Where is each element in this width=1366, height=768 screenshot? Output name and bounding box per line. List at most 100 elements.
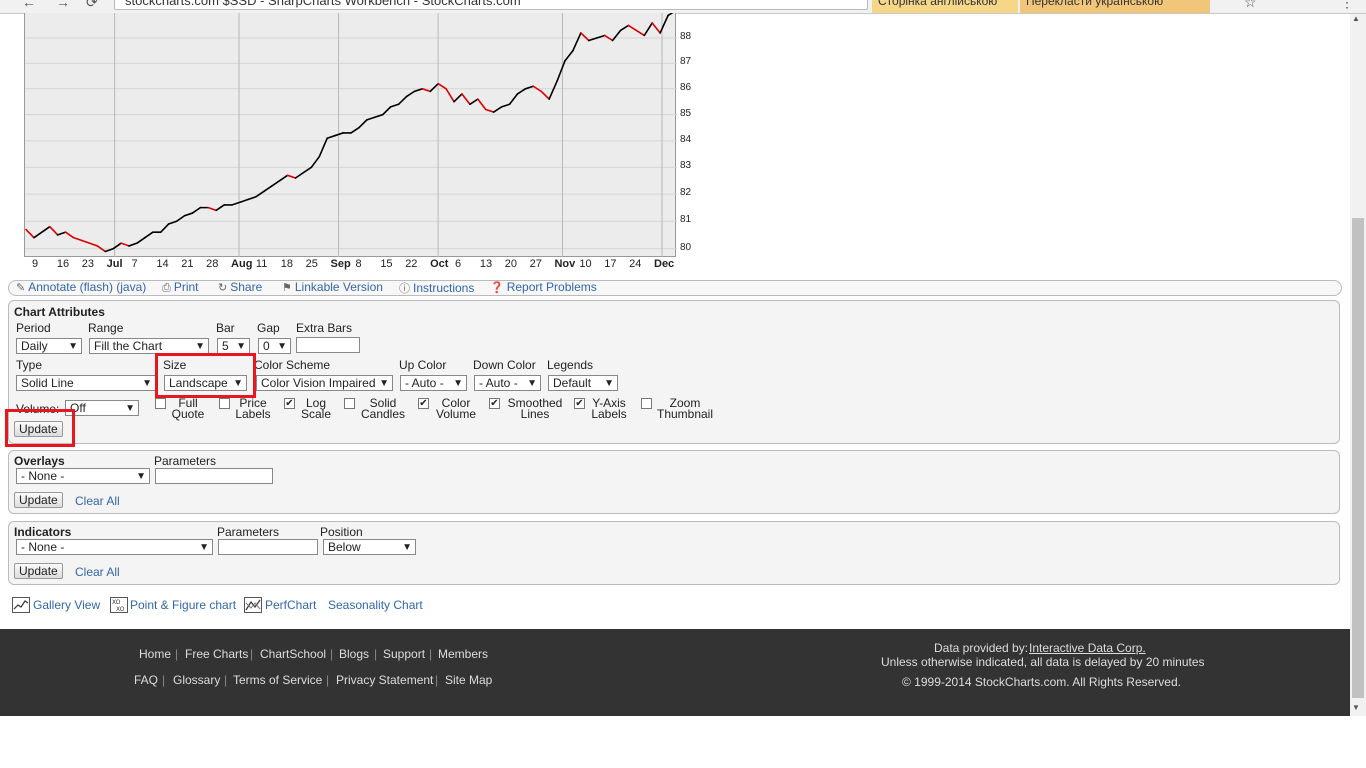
x-tick-label: Jul bbox=[106, 258, 123, 270]
browser-menu-icon[interactable]: ⋮ bbox=[1340, 0, 1354, 11]
address-bar[interactable]: stockcharts.com $SSD - SharpCharts Workb… bbox=[114, 0, 868, 10]
smoothed-lines-checkbox[interactable]: ✔ bbox=[489, 398, 500, 409]
price-line-segment bbox=[41, 225, 51, 233]
linkable-label: Linkable Version bbox=[294, 280, 383, 294]
x-tick-label: 8 bbox=[355, 258, 362, 270]
y-tick-label: 84 bbox=[680, 133, 692, 145]
gallery-view-icon[interactable] bbox=[12, 597, 30, 613]
price-labels-checkbox[interactable] bbox=[219, 398, 230, 409]
back-icon[interactable]: ← bbox=[22, 0, 36, 10]
log-scale-checkbox[interactable]: ✔ bbox=[284, 398, 295, 409]
print-link[interactable]: ⎙ Print bbox=[162, 280, 199, 295]
overlays-update-button[interactable]: Update bbox=[14, 492, 63, 508]
price-line-segment bbox=[136, 236, 146, 244]
chart-attributes-title: Chart Attributes bbox=[14, 305, 105, 319]
perfchart-icon[interactable] bbox=[244, 597, 262, 613]
footer-link-terms[interactable]: Terms of Service bbox=[233, 673, 322, 687]
price-line-segment bbox=[25, 228, 35, 239]
chevron-down-icon: ▼ bbox=[199, 542, 209, 553]
indicators-clear-all-link[interactable]: Clear All bbox=[75, 565, 120, 579]
footer-link-faq[interactable]: FAQ bbox=[134, 673, 158, 687]
up-color-select[interactable]: - Auto - ▼ bbox=[400, 375, 467, 391]
footer-link-site-map[interactable]: Site Map bbox=[445, 673, 492, 687]
x-tick-label: Dec bbox=[654, 258, 675, 270]
scroll-down-arrow-icon[interactable]: ▼ bbox=[1352, 703, 1360, 712]
down-color-label: Down Color bbox=[473, 358, 536, 372]
color-scheme-select[interactable]: Color Vision Impaired ▼ bbox=[256, 375, 393, 391]
indicator-select[interactable]: - None - ▼ bbox=[16, 539, 213, 555]
y-axis-labels-checkbox[interactable]: ✔ bbox=[574, 398, 585, 409]
footer-link-privacy[interactable]: Privacy Statement bbox=[336, 673, 433, 687]
log-scale-label: Log Scale bbox=[300, 396, 332, 421]
share-icon: ↻ bbox=[218, 282, 228, 294]
price-line-segment bbox=[175, 214, 186, 223]
volume-select[interactable]: Off ▼ bbox=[65, 400, 139, 416]
seasonality-chart-link[interactable]: Seasonality Chart bbox=[328, 598, 423, 612]
price-line-segment bbox=[429, 82, 439, 93]
footer-link-chartschool[interactable]: ChartSchool bbox=[260, 647, 326, 661]
overlays-parameters-label: Parameters bbox=[154, 454, 217, 468]
overlay-parameters-input[interactable] bbox=[155, 468, 273, 484]
price-line-segment bbox=[80, 239, 91, 244]
share-label: Share bbox=[230, 280, 263, 294]
x-tick-label: 13 bbox=[479, 258, 493, 270]
footer-link-support[interactable]: Support bbox=[383, 647, 425, 661]
translate-to-ukrainian-button[interactable]: Перекласти українською bbox=[1020, 0, 1210, 13]
scroll-up-arrow-icon[interactable]: ▲ bbox=[1352, 14, 1360, 23]
translate-page-language-button[interactable]: Сторінка англійською bbox=[872, 0, 1018, 13]
point-figure-link[interactable]: Point & Figure chart bbox=[130, 598, 236, 612]
gallery-view-link[interactable]: Gallery View bbox=[33, 598, 100, 612]
down-color-select[interactable]: - Auto - ▼ bbox=[474, 375, 541, 391]
perfchart-link[interactable]: PerfChart bbox=[265, 598, 316, 612]
share-link[interactable]: ↻ Share bbox=[218, 280, 262, 294]
linkable-version-link[interactable]: ⚑ Linkable Version bbox=[282, 280, 383, 294]
x-tick-label: 11 bbox=[255, 258, 268, 270]
solid-candles-checkbox[interactable] bbox=[344, 398, 355, 409]
color-scheme-label: Color Scheme bbox=[254, 358, 331, 372]
gap-select[interactable]: 0 ▼ bbox=[258, 338, 291, 354]
period-select[interactable]: Daily ▼ bbox=[16, 338, 82, 354]
color-volume-checkbox[interactable]: ✔ bbox=[418, 398, 429, 409]
footer-link-glossary[interactable]: Glossary bbox=[173, 673, 220, 687]
range-select[interactable]: Fill the Chart ▼ bbox=[89, 338, 209, 354]
x-tick-label: 27 bbox=[529, 258, 542, 270]
price-line-segment bbox=[294, 171, 305, 179]
period-value: Daily bbox=[21, 339, 48, 353]
indicator-parameters-input[interactable] bbox=[218, 539, 318, 555]
instructions-link[interactable]: ⓘ Instructions bbox=[399, 280, 474, 296]
forward-icon[interactable]: → bbox=[56, 0, 70, 10]
bookmark-star-icon[interactable]: ☆ bbox=[1244, 0, 1257, 11]
price-line-segment bbox=[461, 93, 471, 106]
zoom-thumbnail-checkbox[interactable] bbox=[641, 398, 652, 409]
type-select[interactable]: Solid Line ▼ bbox=[16, 375, 156, 391]
x-tick-label: 22 bbox=[405, 258, 418, 270]
copyright: © 1999-2014 StockCharts.com. All Rights … bbox=[902, 675, 1181, 689]
bar-select[interactable]: 5 ▼ bbox=[217, 338, 250, 354]
refresh-icon[interactable]: ⟳ bbox=[86, 0, 98, 11]
footer-separator: | bbox=[175, 647, 179, 661]
indicator-position-select[interactable]: Below ▼ bbox=[323, 539, 416, 555]
footer-link-members[interactable]: Members bbox=[438, 647, 488, 661]
y-tick-label: 81 bbox=[680, 214, 692, 226]
gap-label: Gap bbox=[257, 321, 280, 335]
y-tick-label: 86 bbox=[680, 81, 692, 93]
overlays-clear-all-link[interactable]: Clear All bbox=[75, 494, 120, 508]
report-problems-link[interactable]: ❓ Report Problems bbox=[490, 280, 597, 294]
footer-link-blogs[interactable]: Blogs bbox=[339, 647, 369, 661]
indicators-update-button[interactable]: Update bbox=[14, 563, 63, 579]
data-provider-link[interactable]: Interactive Data Corp. bbox=[1029, 641, 1146, 655]
extra-bars-input[interactable] bbox=[296, 337, 360, 353]
annotate-link[interactable]: ✎ Annotate (flash) (java) bbox=[16, 280, 146, 294]
footer-link-home[interactable]: Home bbox=[139, 647, 171, 661]
price-line-segment bbox=[508, 93, 519, 106]
overlay-select[interactable]: - None - ▼ bbox=[16, 468, 150, 484]
point-figure-icon[interactable]: XO XO bbox=[110, 597, 128, 613]
full-quote-checkbox[interactable] bbox=[155, 398, 166, 409]
price-line-segment bbox=[350, 126, 360, 134]
price-line-segment bbox=[659, 14, 669, 34]
legends-select[interactable]: Default ▼ bbox=[548, 375, 618, 391]
scrollbar-thumb[interactable] bbox=[1352, 218, 1364, 698]
x-tick-label: Nov bbox=[554, 258, 576, 270]
footer-link-free-charts[interactable]: Free Charts bbox=[185, 647, 248, 661]
chevron-down-icon: ▼ bbox=[604, 378, 614, 389]
